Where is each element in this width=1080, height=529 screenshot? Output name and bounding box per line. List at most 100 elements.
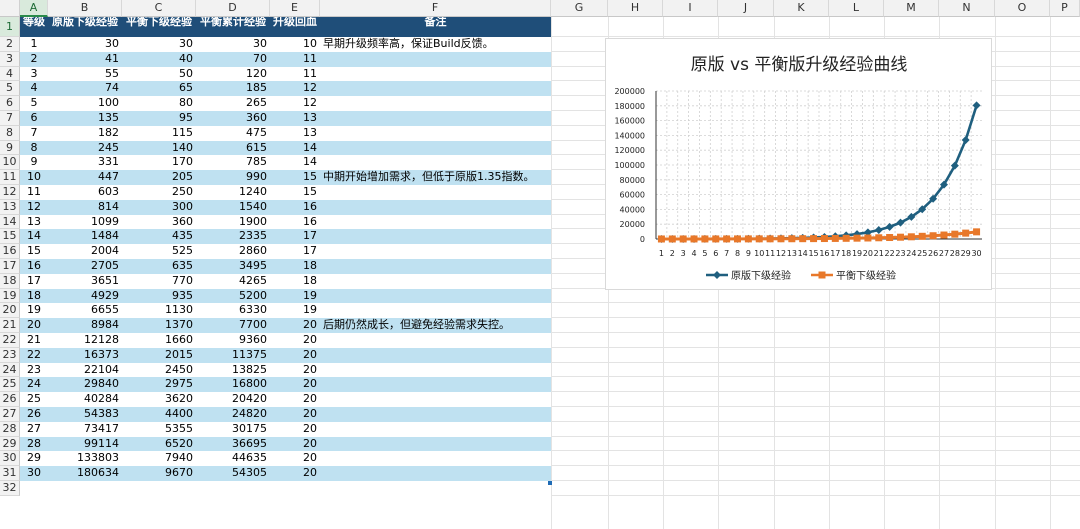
table-cell[interactable]: 17 [270,229,320,244]
table-cell[interactable]: 133803 [48,451,122,466]
row-header-26[interactable]: 26 [0,392,20,407]
table-cell[interactable]: 180634 [48,466,122,481]
table-cell[interactable]: 170 [122,155,196,170]
table-cell[interactable]: 15 [20,244,48,259]
table-cell[interactable]: 205 [122,170,196,185]
row-header-23[interactable]: 23 [0,347,20,363]
table-cell[interactable] [320,96,580,111]
table-cell[interactable]: 135 [48,111,122,126]
table-cell[interactable]: 5200 [196,289,270,304]
table-cell[interactable]: 1484 [48,229,122,244]
table-cell[interactable] [320,377,580,392]
table-cell[interactable] [320,215,580,230]
row-header-12[interactable]: 12 [0,185,20,200]
row-header-6[interactable]: 6 [0,96,20,111]
table-cell[interactable]: 17 [20,274,48,289]
table-cell[interactable]: 14 [270,155,320,170]
table-cell[interactable]: 20 [270,333,320,348]
table-cell[interactable]: 2450 [122,363,196,378]
table-cell[interactable]: 6520 [122,437,196,452]
column-title[interactable]: 平衡累计经验 [196,17,270,37]
table-cell[interactable] [320,126,580,141]
table-cell[interactable]: 9 [20,155,48,170]
table-cell[interactable]: 20 [270,392,320,407]
table-cell[interactable]: 19 [270,303,320,318]
table-cell[interactable]: 24 [20,377,48,392]
table-cell[interactable]: 635 [122,259,196,274]
table-cell[interactable]: 16373 [48,348,122,363]
table-cell[interactable]: 7700 [196,318,270,333]
row-header-22[interactable]: 22 [0,333,20,348]
table-cell[interactable] [320,407,580,422]
table-cell[interactable]: 6655 [48,303,122,318]
table-cell[interactable]: 36695 [196,437,270,452]
table-cell[interactable]: 1540 [196,200,270,215]
table-cell[interactable] [320,259,580,274]
column-header-m[interactable]: M [884,0,939,17]
table-cell[interactable]: 95 [122,111,196,126]
table-cell[interactable]: 13 [270,126,320,141]
table-cell[interactable]: 15 [270,185,320,200]
column-header-j[interactable]: J [718,0,774,17]
table-cell[interactable]: 4265 [196,274,270,289]
table-cell[interactable] [320,392,580,407]
table-cell[interactable]: 250 [122,185,196,200]
column-header-b[interactable]: B [48,0,122,17]
table-cell[interactable]: 10 [270,37,320,52]
table-cell[interactable]: 3651 [48,274,122,289]
table-cell[interactable]: 19 [270,289,320,304]
table-cell[interactable]: 30 [48,37,122,52]
line-chart[interactable]: 原版 vs 平衡版升级经验曲线 0 20000 40000 60000 80000 1000… [605,38,992,290]
table-cell[interactable]: 12128 [48,333,122,348]
table-cell[interactable]: 360 [122,215,196,230]
column-header-g[interactable]: G [551,0,608,17]
table-cell[interactable]: 1370 [122,318,196,333]
table-cell[interactable]: 120 [196,67,270,82]
table-cell[interactable]: 185 [196,81,270,96]
column-header-c[interactable]: C [122,0,196,17]
table-cell[interactable]: 785 [196,155,270,170]
table-cell[interactable]: 99114 [48,437,122,452]
table-cell[interactable]: 3620 [122,392,196,407]
table-cell[interactable]: 16 [270,200,320,215]
table-cell[interactable]: 5355 [122,422,196,437]
column-title[interactable]: 平衡下级经验 [122,17,196,37]
table-cell[interactable]: 1130 [122,303,196,318]
table-cell[interactable]: 265 [196,96,270,111]
table-cell[interactable] [320,422,580,437]
row-header-13[interactable]: 13 [0,199,20,215]
column-header-e[interactable]: E [270,0,320,17]
table-cell[interactable]: 2975 [122,377,196,392]
column-header-a[interactable]: A [20,0,48,17]
row-header-10[interactable]: 10 [0,155,20,171]
table-cell[interactable] [320,155,580,170]
table-cell[interactable]: 20 [270,466,320,481]
table-cell[interactable]: 22 [20,348,48,363]
table-cell[interactable]: 100 [48,96,122,111]
table-cell[interactable]: 2 [20,52,48,67]
table-cell[interactable]: 23 [20,363,48,378]
table-cell[interactable]: 30 [196,37,270,52]
row-header-14[interactable]: 14 [0,214,20,230]
table-cell[interactable]: 18 [20,289,48,304]
table-cell[interactable]: 15 [270,170,320,185]
table-cell[interactable]: 29840 [48,377,122,392]
table-cell[interactable] [320,52,580,67]
table-cell[interactable] [320,289,580,304]
table-cell[interactable]: 245 [48,141,122,156]
table-cell[interactable]: 1099 [48,215,122,230]
table-cell[interactable]: 18 [270,274,320,289]
table-cell[interactable] [320,67,580,82]
column-title[interactable]: 等级 [20,17,48,37]
table-cell[interactable]: 16 [20,259,48,274]
table-cell[interactable]: 4 [20,81,48,96]
row-header-28[interactable]: 28 [0,421,20,437]
table-cell[interactable]: 44635 [196,451,270,466]
table-cell[interactable]: 2335 [196,229,270,244]
column-header-i[interactable]: I [663,0,718,17]
table-cell[interactable]: 28 [20,437,48,452]
table-cell[interactable]: 17 [270,244,320,259]
row-header-2[interactable]: 2 [0,37,20,52]
table-cell[interactable]: 475 [196,126,270,141]
row-header-18[interactable]: 18 [0,273,20,289]
